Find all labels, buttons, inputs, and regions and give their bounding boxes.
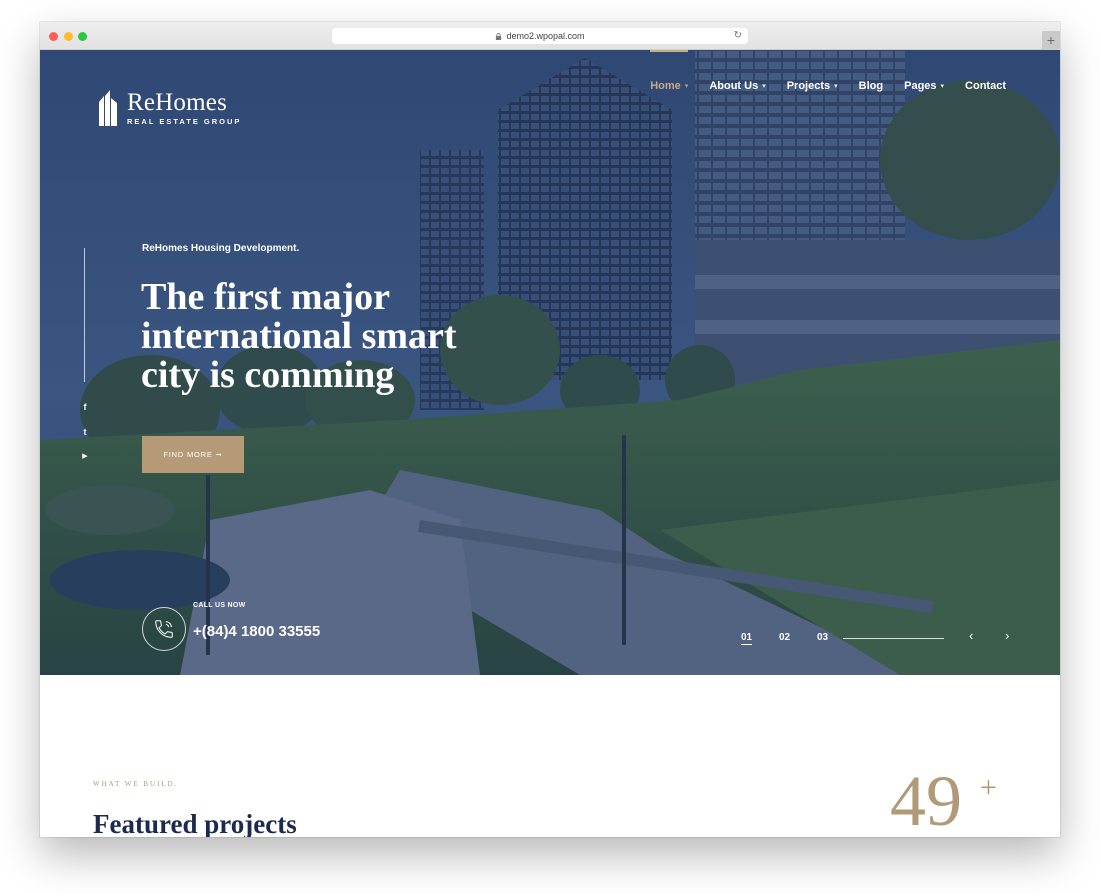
nav-item-blog[interactable]: Blog <box>859 80 883 92</box>
hero-headline: The first major international smart city… <box>141 278 501 395</box>
counter-plus-sign: + <box>980 771 997 804</box>
hero-eyebrow: ReHomes Housing Development. <box>142 243 300 254</box>
slide-progress-bar <box>843 638 944 639</box>
reload-icon[interactable]: ↻ <box>734 30 742 41</box>
building-logo-icon <box>99 90 117 126</box>
social-divider-line <box>84 248 85 382</box>
nav-label: Contact <box>965 80 1006 92</box>
chevron-down-icon: ▾ <box>940 83 945 90</box>
nav-item-about-us[interactable]: About Us ▾ <box>709 80 765 92</box>
nav-item-home[interactable]: Home ▾ <box>650 50 689 92</box>
chevron-down-icon: ▾ <box>834 83 838 90</box>
chevron-down-icon: ▾ <box>762 83 766 90</box>
logo-name: ReHomes <box>127 89 227 116</box>
nav-label: About Us <box>709 80 759 92</box>
nav-item-contact[interactable]: Contact <box>965 80 1006 92</box>
youtube-icon[interactable]: ▶ <box>80 452 90 460</box>
nav-item-pages[interactable]: Pages ▾ <box>904 80 944 92</box>
nav-item-projects[interactable]: Projects ▾ <box>787 80 838 92</box>
phone-icon[interactable] <box>142 607 186 651</box>
lock-icon <box>496 32 502 40</box>
section-title: Featured projects <box>93 809 297 837</box>
nav-label: Home <box>650 80 681 92</box>
nav-label: Pages <box>904 80 937 92</box>
browser-titlebar: demo2.wpopal.com ↻ + <box>40 22 1060 50</box>
section-eyebrow: WHAT WE BUILD. <box>93 780 179 788</box>
url-text: demo2.wpopal.com <box>506 31 585 41</box>
logo-tagline: REAL ESTATE GROUP <box>127 117 242 126</box>
minimize-window-button[interactable] <box>64 32 73 41</box>
new-tab-button[interactable]: + <box>1042 31 1060 49</box>
prev-slide-arrow-icon[interactable]: ‹ <box>969 628 973 643</box>
phone-number[interactable]: +(84)4 1800 33555 <box>193 623 320 640</box>
site-logo[interactable]: ReHomes REAL ESTATE GROUP <box>97 90 241 126</box>
nav-label: Projects <box>786 80 831 92</box>
nav-label: Blog <box>858 80 884 92</box>
hero-slider: ReHomes REAL ESTATE GROUP Home ▾ About U… <box>40 50 1060 675</box>
headline-line: international smart <box>141 315 457 357</box>
slide-indicator-02[interactable]: 02 <box>779 632 790 643</box>
maximize-window-button[interactable] <box>78 32 87 41</box>
chevron-down-icon: ▾ <box>684 83 689 90</box>
slide-indicator-01[interactable]: 01 <box>741 632 753 645</box>
address-bar[interactable]: demo2.wpopal.com ↻ <box>332 28 748 44</box>
headline-line: city is comming <box>141 354 395 396</box>
next-slide-arrow-icon[interactable]: › <box>1005 628 1009 643</box>
find-more-button[interactable]: FIND MORE ➞ <box>142 436 244 473</box>
phone-icon-glyph <box>155 620 173 638</box>
headline-line: The first major <box>141 276 391 318</box>
browser-window: demo2.wpopal.com ↻ + ReHomes REAL ESTATE… <box>40 22 1060 837</box>
main-nav: Home ▾ About Us ▾ Projects ▾ Blog Pages … <box>650 50 1006 92</box>
close-window-button[interactable] <box>49 32 58 41</box>
slide-indicator-03[interactable]: 03 <box>817 632 828 643</box>
call-us-label: CALL US NOW <box>193 602 246 609</box>
twitter-icon[interactable]: t <box>80 427 90 437</box>
featured-projects-section: WHAT WE BUILD. Featured projects 49 + <box>40 675 1060 837</box>
facebook-icon[interactable]: f <box>80 402 90 412</box>
projects-counter: 49 <box>890 761 962 837</box>
